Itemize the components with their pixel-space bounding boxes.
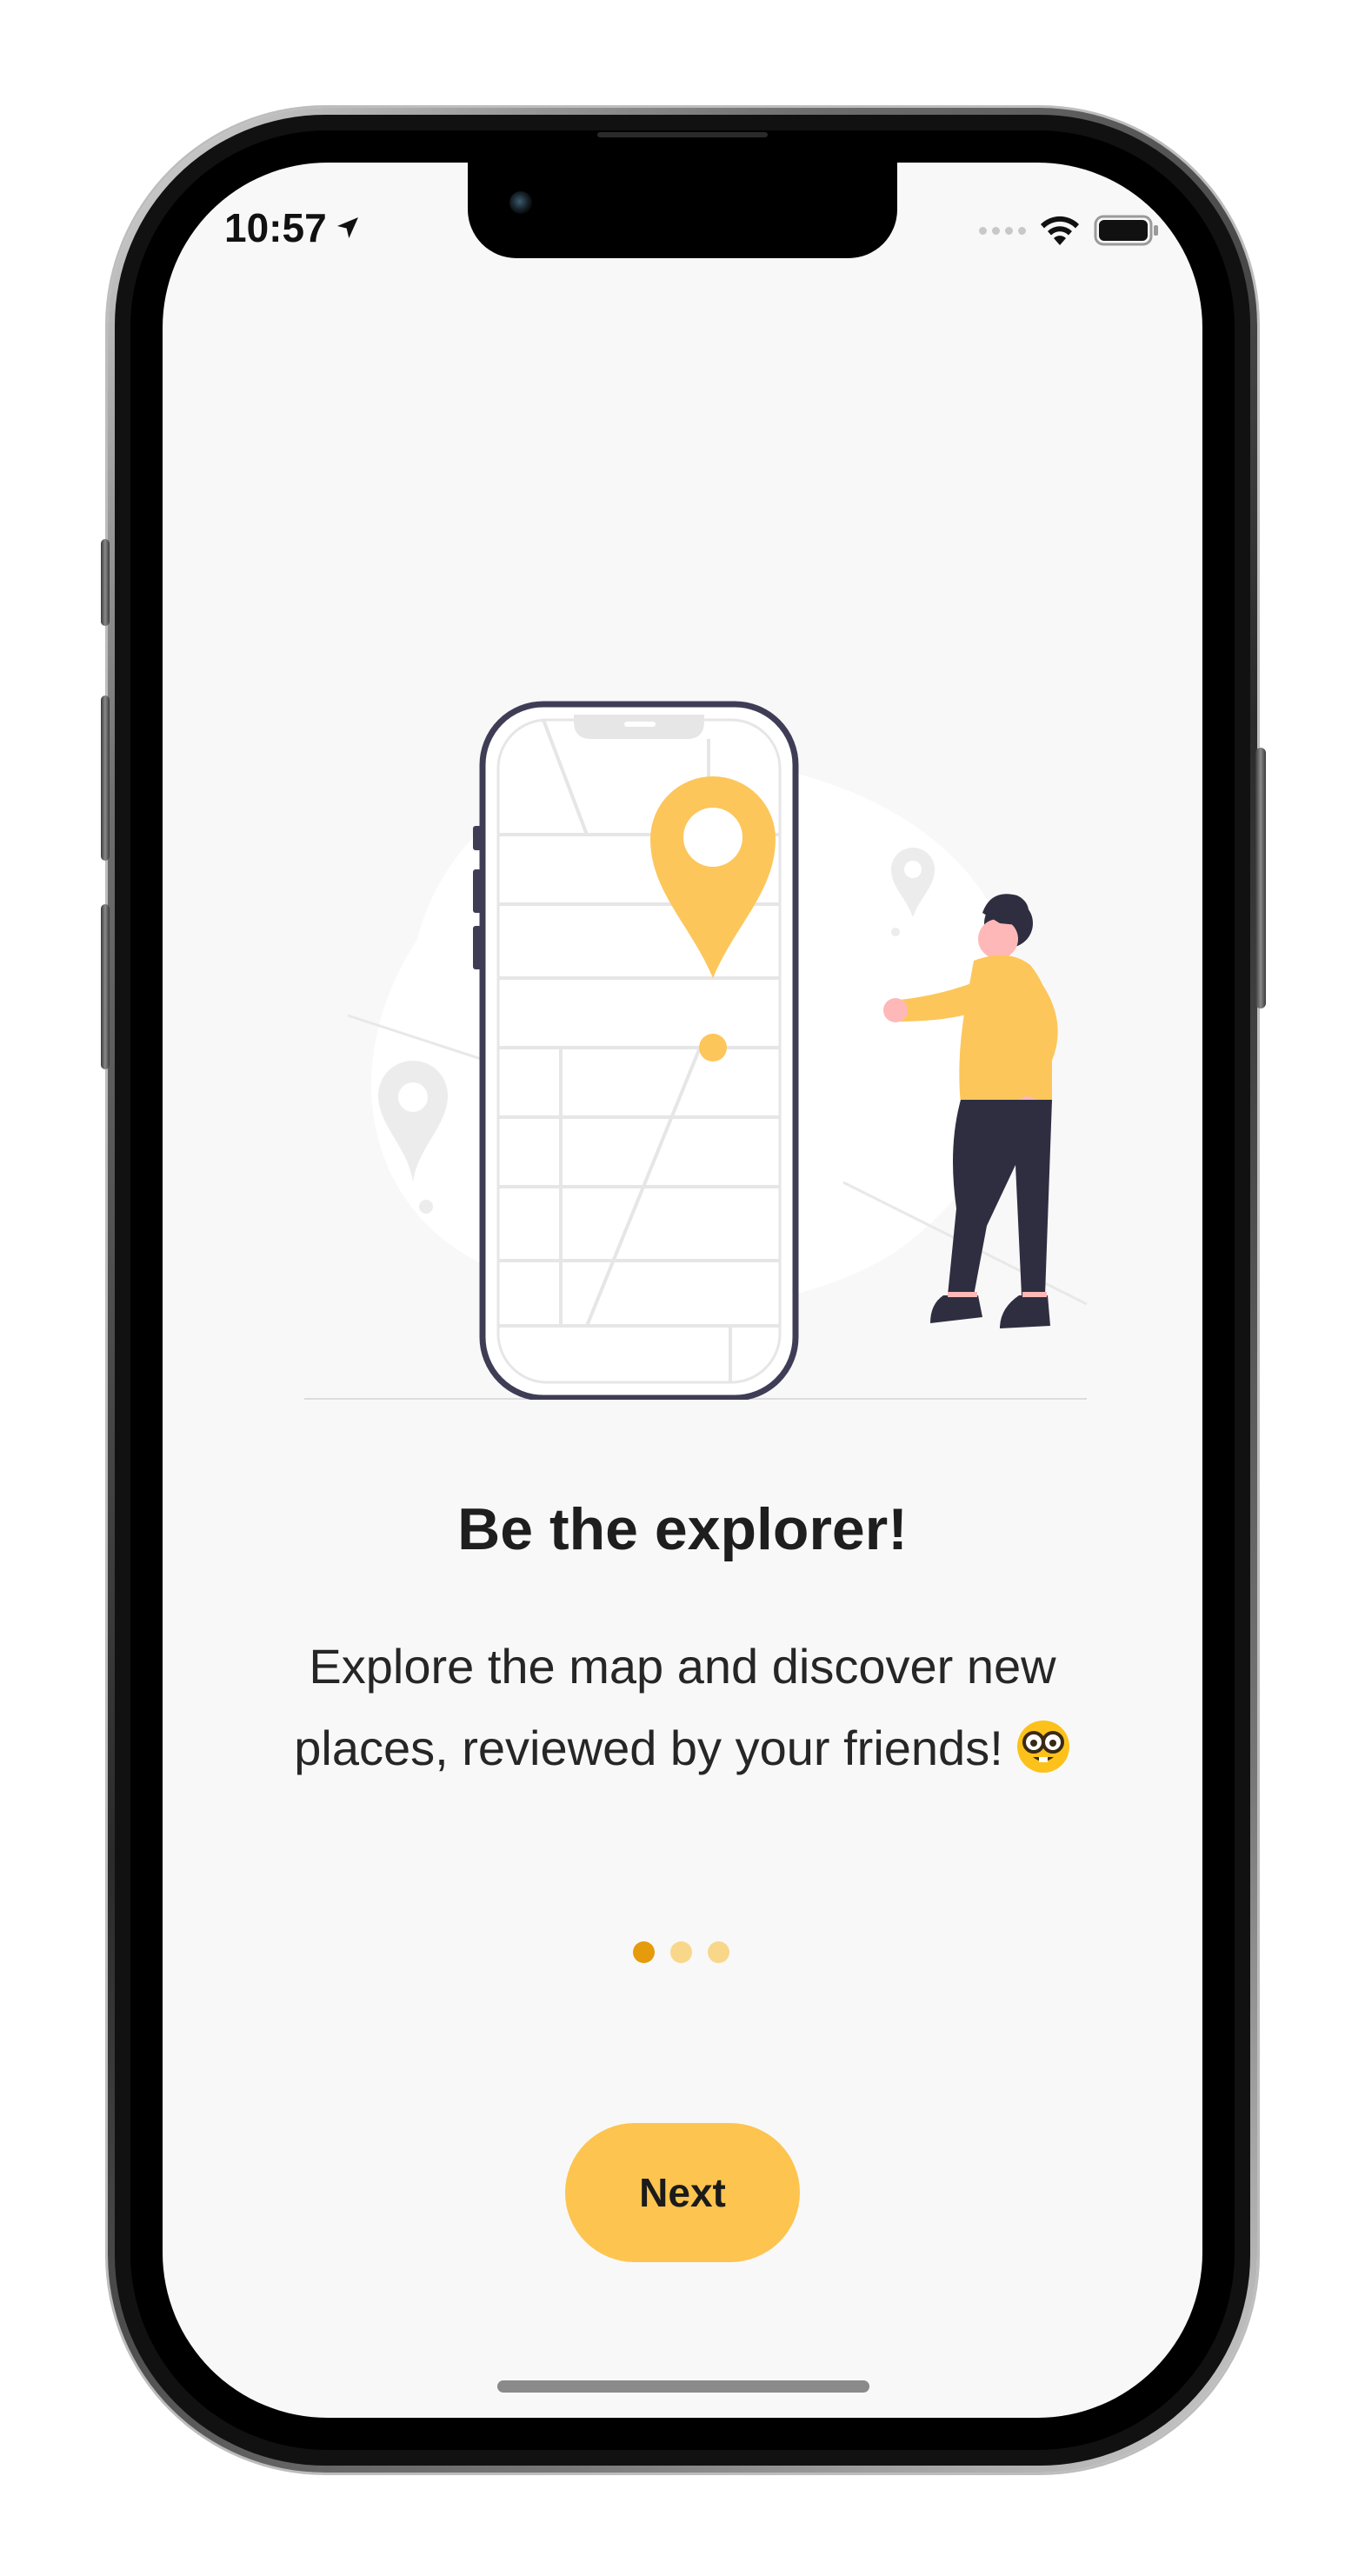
device-mockup: 10:57 Be the explorer! Explore the map a… bbox=[0, 0, 1365, 2576]
battery-full-icon bbox=[1094, 215, 1158, 246]
status-bar-indicators bbox=[965, 209, 1160, 252]
wifi-icon bbox=[1041, 216, 1079, 245]
status-time-text: 10:57 bbox=[224, 205, 327, 250]
mute-switch bbox=[101, 539, 110, 626]
next-button[interactable]: Next bbox=[565, 2123, 800, 2262]
nerd-face-emoji-icon bbox=[1016, 1721, 1069, 1774]
location-arrow-icon bbox=[336, 217, 358, 238]
explorer-illustration bbox=[304, 701, 1088, 1400]
page-dot-3[interactable] bbox=[708, 1940, 729, 1963]
onboarding-description: Explore the map and discover new places,… bbox=[226, 1626, 1139, 1789]
status-bar-time: 10:57 bbox=[224, 202, 362, 254]
volume-down-button bbox=[101, 904, 110, 1069]
power-button bbox=[1255, 748, 1266, 1008]
page-dot-2[interactable] bbox=[670, 1940, 692, 1963]
onboarding-title: Be the explorer! bbox=[457, 1496, 908, 1562]
notch bbox=[468, 163, 897, 258]
page-dot-1[interactable] bbox=[633, 1940, 655, 1963]
page-indicator bbox=[633, 1940, 737, 1963]
phone-illustration bbox=[473, 701, 799, 1400]
cellular-signal-icon bbox=[979, 226, 1026, 235]
home-indicator[interactable] bbox=[497, 2380, 869, 2393]
front-camera bbox=[509, 191, 532, 214]
earpiece-speaker bbox=[597, 132, 768, 137]
onboarding-description-text: Explore the map and discover new places,… bbox=[294, 1639, 1056, 1775]
volume-up-button bbox=[101, 696, 110, 861]
